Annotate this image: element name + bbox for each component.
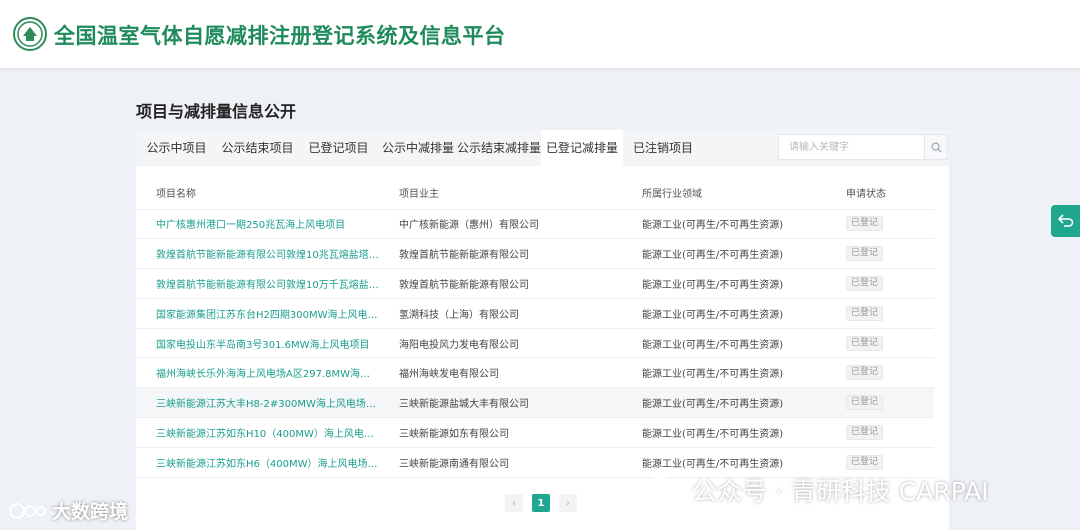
project-owner: 三峡新能源如东有限公司: [379, 417, 622, 448]
project-industry: 能源工业(可再生/不可再生资源): [622, 417, 826, 448]
project-name-link[interactable]: 福州海峡长乐外海海上风电场A区297.8MW海上风电项目: [136, 357, 379, 389]
search-icon: [931, 142, 941, 152]
project-owner: 敦煌首航节能新能源有限公司: [379, 238, 622, 270]
tab-publicizing-projects[interactable]: 公示中项目: [136, 130, 217, 166]
next-page-button[interactable]: ›: [559, 494, 577, 512]
project-owner: 海阳电投风力发电有限公司: [379, 328, 622, 359]
status-badge: 已登记: [846, 246, 884, 262]
project-owner: 福州海峡发电有限公司: [379, 357, 622, 389]
watermark-right: 公众号 · 青研科技 CARPAI: [646, 472, 989, 508]
tab-registered-reductions[interactable]: 已登记减排量: [541, 130, 623, 166]
tab-publicizing-reductions[interactable]: 公示中减排量: [379, 130, 457, 166]
wechat-icon: [646, 475, 683, 504]
status-badge: 已登记: [846, 216, 884, 232]
table-row: 国家电投山东半岛南3号301.6MW海上风电项目 海阳电投风力发电有限公司 能源…: [136, 328, 934, 359]
project-owner: 三峡新能源盐城大丰有限公司: [379, 387, 622, 419]
project-table: 项目名称 项目业主 所属行业领域 申请状态 中广核惠州港口一期250兆瓦海上风电…: [136, 177, 934, 478]
project-owner: 中广核新能源（惠州）有限公司: [379, 209, 622, 240]
column-header-project-name: 项目名称: [136, 177, 379, 210]
project-name-link[interactable]: 敦煌首航节能新能源有限公司敦煌10兆瓦熔盐塔式光热发电项目: [136, 238, 379, 270]
status-badge: 已登记: [846, 424, 884, 440]
table-row-highlighted: 三峡新能源江苏大丰H8-2#300MW海上风电场项目 三峡新能源盐城大丰有限公司…: [136, 387, 934, 419]
search-input[interactable]: [779, 135, 924, 159]
pagination: ‹ 1 ›: [505, 494, 577, 512]
page-1-button[interactable]: 1: [532, 494, 550, 512]
watermark-left: 大数跨境: [8, 497, 128, 524]
status-badge: 已登记: [846, 305, 884, 321]
tab-publicity-ended-projects[interactable]: 公示结束项目: [217, 130, 298, 166]
project-industry: 能源工业(可再生/不可再生资源): [622, 328, 826, 359]
table-row: 三峡新能源江苏如东H10（400MW）海上风电场项目 三峡新能源如东有限公司 能…: [136, 417, 934, 448]
project-name-link[interactable]: 国家能源集团江苏东台H2四期300MW海上风电项目: [136, 298, 379, 329]
project-owner: 氢溯科技（上海）有限公司: [379, 298, 622, 329]
column-header-industry: 所属行业领域: [622, 177, 826, 210]
platform-logo-icon[interactable]: [13, 17, 47, 51]
column-header-owner: 项目业主: [379, 177, 622, 210]
table-row: 敦煌首航节能新能源有限公司敦煌10万千瓦熔盐塔式光热发电项目 敦煌首航节能新能源…: [136, 268, 934, 299]
project-name-link[interactable]: 中广核惠州港口一期250兆瓦海上风电项目: [136, 209, 379, 240]
status-badge: 已登记: [846, 395, 884, 411]
watermark-left-text: 大数跨境: [52, 501, 129, 523]
tab-publicity-ended-reductions[interactable]: 公示结束减排量: [457, 130, 541, 166]
project-owner: 三峡新能源南通有限公司: [379, 447, 622, 478]
table-row: 福州海峡长乐外海海上风电场A区297.8MW海上风电项目 福州海峡发电有限公司 …: [136, 357, 934, 389]
project-industry: 能源工业(可再生/不可再生资源): [622, 387, 826, 419]
project-industry: 能源工业(可再生/不可再生资源): [622, 357, 826, 389]
project-industry: 能源工业(可再生/不可再生资源): [622, 209, 826, 240]
table-header-row: 项目名称 项目业主 所属行业领域 申请状态: [136, 177, 934, 210]
watermark-right-text: 公众号 · 青研科技 CARPAI: [692, 477, 989, 506]
project-owner: 敦煌首航节能新能源有限公司: [379, 268, 622, 299]
page-title: 项目与减排量信息公开: [136, 102, 297, 121]
project-industry: 能源工业(可再生/不可再生资源): [622, 268, 826, 299]
prev-page-button[interactable]: ‹: [505, 494, 523, 512]
tab-bar: 公示中项目 公示结束项目 已登记项目 公示中减排量 公示结束减排量 已登记减排量…: [136, 130, 949, 166]
search-button[interactable]: [924, 135, 947, 159]
project-name-link[interactable]: 三峡新能源江苏大丰H8-2#300MW海上风电场项目: [136, 387, 379, 419]
info-panel: 公示中项目 公示结束项目 已登记项目 公示中减排量 公示结束减排量 已登记减排量…: [136, 130, 949, 530]
status-badge: 已登记: [846, 335, 884, 351]
project-name-link[interactable]: 三峡新能源江苏如东H6（400MW）海上风电场项目: [136, 447, 379, 478]
project-industry: 能源工业(可再生/不可再生资源): [622, 238, 826, 270]
table-row: 中广核惠州港口一期250兆瓦海上风电项目 中广核新能源（惠州）有限公司 能源工业…: [136, 209, 934, 240]
status-badge: 已登记: [846, 275, 884, 291]
column-header-status: 申请状态: [826, 177, 934, 210]
search-box: [778, 134, 948, 160]
tab-cancelled-projects[interactable]: 已注销项目: [623, 130, 703, 166]
table-row: 敦煌首航节能新能源有限公司敦煌10兆瓦熔盐塔式光热发电项目 敦煌首航节能新能源有…: [136, 238, 934, 270]
status-badge: 已登记: [846, 454, 884, 470]
project-industry: 能源工业(可再生/不可再生资源): [622, 298, 826, 329]
table-row: 国家能源集团江苏东台H2四期300MW海上风电项目 氢溯科技（上海）有限公司 能…: [136, 298, 934, 329]
status-badge: 已登记: [846, 365, 884, 381]
return-arrow-icon: [1057, 214, 1073, 227]
project-name-link[interactable]: 国家电投山东半岛南3号301.6MW海上风电项目: [136, 328, 379, 359]
top-header: 全国温室气体自愿减排注册登记系统及信息平台: [0, 0, 1080, 68]
tab-registered-projects[interactable]: 已登记项目: [298, 130, 379, 166]
platform-title: 全国温室气体自愿减排注册登记系统及信息平台: [54, 24, 506, 48]
project-name-link[interactable]: 三峡新能源江苏如东H10（400MW）海上风电场项目: [136, 417, 379, 448]
watermark-logo-icon: [9, 502, 46, 519]
back-button[interactable]: [1051, 205, 1080, 237]
project-name-link[interactable]: 敦煌首航节能新能源有限公司敦煌10万千瓦熔盐塔式光热发电项目: [136, 268, 379, 299]
